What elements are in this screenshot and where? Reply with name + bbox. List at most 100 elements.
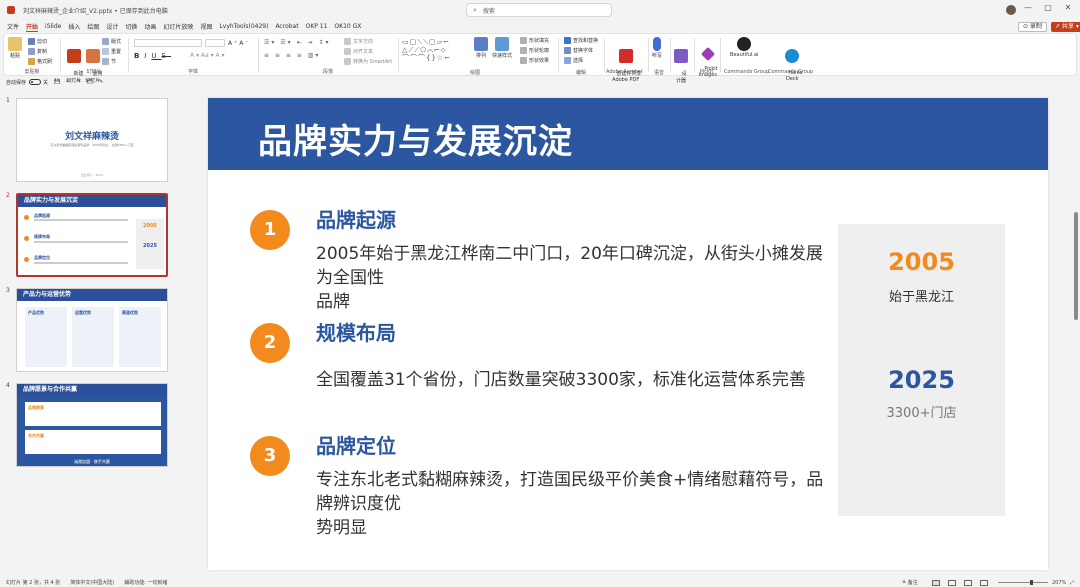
tab-draw[interactable]: 绘图 — [87, 22, 99, 31]
number-badge-3[interactable]: 3 — [250, 436, 290, 476]
record-button[interactable]: ⊙ 录制 — [1018, 22, 1047, 32]
shapes-row: △⟋⟋⬠⌒⌐⬦ — [402, 46, 447, 54]
item-heading-2[interactable]: 规模布局 — [316, 317, 396, 346]
select-button[interactable]: 选择 — [564, 57, 583, 64]
slide-title[interactable]: 品牌实力与发展沉淀 — [258, 114, 573, 163]
avatar[interactable] — [1006, 5, 1016, 15]
search-box[interactable]: ⌕ 搜索 — [466, 3, 612, 17]
tab-transitions[interactable]: 切换 — [125, 22, 137, 31]
slide-thumbnail-pane[interactable]: 1 刘文祥麻辣烫 东北老式黏糊麻辣烫领导品牌 · 2005年创立 · 全国330… — [0, 88, 178, 578]
item-body-3[interactable]: 专注东北老式黏糊麻辣烫，打造国民级平价美食+情绪慰藉符号，品牌辨识度优 势明显 — [316, 468, 838, 540]
layout-button[interactable]: 版式 — [102, 38, 121, 45]
shape-outline-button[interactable]: 形状轮廓 — [520, 47, 549, 54]
draw-icon[interactable]: ✎ — [99, 79, 103, 85]
accessibility-status[interactable]: 辅助功能: 一切就绪 — [124, 579, 167, 586]
drawing-label: 绘图 — [470, 70, 481, 76]
redo-icon[interactable]: ↷ — [76, 79, 80, 85]
number-badge-2[interactable]: 2 — [250, 323, 290, 363]
find-icon — [564, 37, 571, 44]
slide-thumbnail-4[interactable]: 品牌愿景与合作共赢 品牌愿景 合作共赢 诚邀加盟 · 携手共赢 — [16, 383, 168, 467]
vertical-scrollbar[interactable] — [1073, 90, 1079, 578]
shape-fill-button[interactable]: 形状填充 — [520, 37, 549, 44]
tab-slideshow[interactable]: 幻灯片放映 — [163, 22, 193, 31]
save-icon[interactable]: 💾 — [54, 79, 60, 85]
tab-animations[interactable]: 动画 — [144, 22, 156, 31]
find-replace-button[interactable]: 查找和替换 — [564, 37, 598, 44]
slide-thumbnail-3[interactable]: 产品力与运营优势 产品优势 运营优势 渠道优势 — [16, 288, 168, 372]
arrange-button[interactable]: 排列 — [474, 37, 488, 59]
notes-button[interactable]: ≜ 备注 — [902, 579, 918, 586]
paste-icon — [8, 37, 22, 51]
timeline-sidebox[interactable]: 2005 始于黑龙江 2025 3300+门店 — [838, 224, 1005, 516]
reading-view-icon[interactable] — [964, 579, 972, 586]
minimize-button[interactable]: — — [1022, 3, 1034, 12]
tab-design[interactable]: 设计 — [106, 22, 118, 31]
item-heading-3[interactable]: 品牌定位 — [316, 430, 396, 459]
item-body-1[interactable]: 2005年始于黑龙江桦南二中门口，20年口碑沉淀，从街头小摊发展为全国性 品牌 — [316, 242, 838, 314]
tab-okp[interactable]: OKP 11 — [306, 23, 328, 30]
slideshow-view-icon[interactable] — [980, 579, 988, 586]
tab-ok10[interactable]: OK10 GX — [334, 23, 361, 30]
slide-canvas[interactable]: 品牌实力与发展沉淀 1 品牌起源 2005年始于黑龙江桦南二中门口，20年口碑沉… — [208, 98, 1048, 570]
tab-islide[interactable]: iSlide — [45, 23, 61, 30]
tab-home[interactable]: 开始 — [26, 22, 39, 32]
tab-view[interactable]: 视图 — [200, 22, 212, 31]
slide-thumbnail-2[interactable]: 品牌实力与发展沉淀 品牌起源 规模布局 品牌定位 2005 2025 — [16, 193, 168, 277]
undo-icon[interactable]: ↶ — [66, 79, 70, 85]
font-size-buttons[interactable]: A⁺A⁻ — [228, 40, 251, 47]
text-direction-button[interactable]: 文字方向 — [344, 38, 373, 45]
shapes-gallery[interactable]: ▭▢⟍⟍▢▱⌐ △⟋⟋⬠⌒⌐⬦ ⌒⌒⌒{}☆⌐ — [402, 38, 464, 62]
replace-font-button[interactable]: 替换字体 — [564, 47, 593, 54]
reset-button[interactable]: 重置 — [102, 48, 121, 55]
format-painter-button[interactable]: 格式刷 — [28, 58, 52, 65]
layout-icon — [102, 38, 109, 45]
smartart-button[interactable]: 转换为 SmartArt — [344, 58, 392, 65]
cut-button[interactable]: 剪切 — [28, 38, 47, 45]
zoom-slider-thumb[interactable] — [1030, 580, 1033, 585]
font-color-buttons[interactable]: A ▾ Aa ▾ A ▾ — [190, 52, 225, 59]
bold-button[interactable]: B — [134, 52, 144, 60]
beautiful-ai-button[interactable]: Beautiful.ai — [730, 37, 758, 58]
underline-button[interactable]: U — [151, 52, 161, 60]
thumbnail-text-line — [34, 219, 128, 221]
scrollbar-thumb[interactable] — [1074, 212, 1078, 320]
fit-slide-icon[interactable]: ⤢ — [1070, 580, 1074, 586]
zoom-level[interactable]: 207% — [1052, 580, 1066, 586]
normal-view-icon[interactable] — [932, 579, 940, 586]
dictate-button[interactable]: 听写 — [652, 37, 662, 59]
thumbnail-bullet — [24, 236, 29, 241]
tab-insert[interactable]: 插入 — [68, 22, 80, 31]
replace-font-icon — [564, 47, 571, 54]
font-size-select[interactable] — [205, 39, 225, 47]
align-text-button[interactable]: 对齐文本 — [344, 48, 373, 55]
section-button[interactable]: 节 — [102, 58, 116, 65]
tab-file[interactable]: 文件 — [7, 22, 19, 31]
list-buttons[interactable]: ☰▾ ☰▾ ⇤ ⇥ ↕▾ — [264, 39, 331, 46]
font-name-select[interactable] — [134, 39, 202, 47]
slide-thumbnail-1[interactable]: 刘文祥麻辣烫 东北老式黏糊麻辣烫领导品牌 · 2005年创立 · 全国3300+… — [16, 98, 168, 182]
tab-acrobat[interactable]: Acrobat — [275, 23, 298, 30]
autosave-toggle[interactable] — [29, 79, 42, 85]
item-heading-1[interactable]: 品牌起源 — [316, 204, 396, 233]
close-button[interactable]: ✕ — [1062, 3, 1074, 12]
align-buttons[interactable]: ≡ ≡ ≡ ≡ ▥▾ — [264, 52, 320, 59]
paragraph-label: 段落 — [322, 69, 333, 75]
item-body-2[interactable]: 全国覆盖31个省份，门店数量突破3300家，标准化运营体系完善 — [316, 368, 838, 392]
strikethrough-button[interactable]: S — [162, 52, 171, 60]
thumbnail-subtitle: 东北老式黏糊麻辣烫领导品牌 · 2005年创立 · 全国3300+门店 — [50, 143, 134, 147]
voice-label: 语音 — [654, 70, 665, 76]
paste-button[interactable]: 粘贴 — [8, 37, 22, 59]
quick-styles-button[interactable]: 快速样式 — [492, 37, 512, 59]
copy-button[interactable]: 复制 — [28, 48, 47, 55]
number-badge-1[interactable]: 1 — [250, 210, 290, 250]
maximize-button[interactable]: □ — [1042, 3, 1054, 12]
italic-button[interactable]: I — [144, 52, 151, 60]
share-button[interactable]: ↗ 共享 ▾ — [1051, 22, 1080, 32]
zoom-slider[interactable] — [998, 582, 1048, 583]
tab-lvyhtools[interactable]: LvyhTools(0429) — [219, 23, 268, 30]
language-indicator[interactable]: 简体中文(中国大陆) — [70, 579, 114, 586]
ribbon-tabs: 文件 开始 iSlide 插入 绘图 设计 切换 动画 幻灯片放映 视图 Lvy… — [0, 20, 1080, 33]
sorter-view-icon[interactable] — [948, 579, 956, 586]
open-icon[interactable]: 🗂 — [87, 79, 93, 85]
shape-effects-button[interactable]: 形状效果 — [520, 57, 549, 64]
